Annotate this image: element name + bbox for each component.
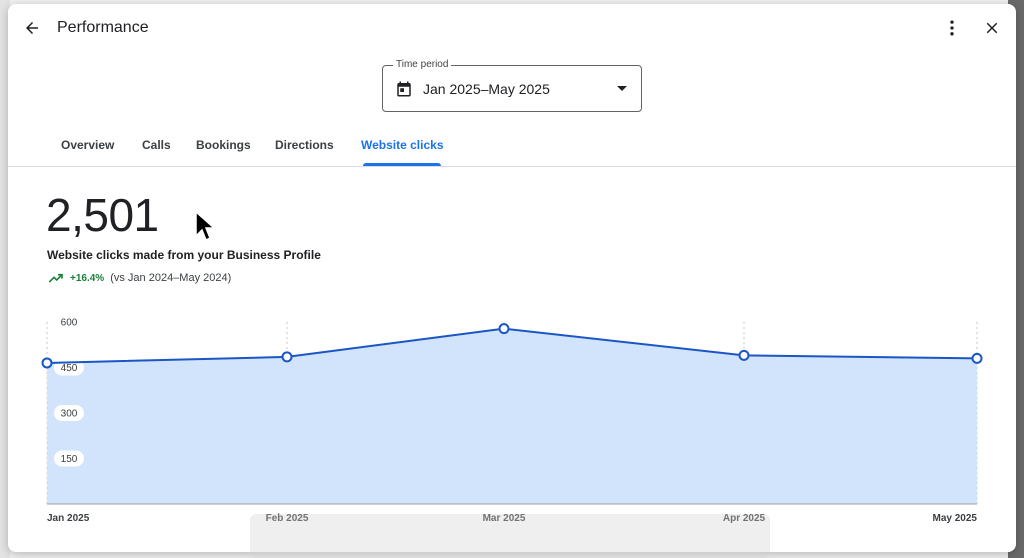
y-tick-label: 150 xyxy=(61,454,78,465)
website-clicks-chart: 600450300150Jan 2025 Feb 2025 Mar 2025 Apr … xyxy=(41,318,983,524)
active-tab-indicator xyxy=(363,163,441,166)
arrow-back-icon xyxy=(26,22,38,34)
tab-calls[interactable]: Calls xyxy=(142,138,171,152)
tab-bookings[interactable]: Bookings xyxy=(196,138,251,152)
y-tick-label: 600 xyxy=(61,318,78,329)
total-clicks-value: 2,501 xyxy=(46,189,159,241)
time-period-select[interactable]: Time period Jan 2025–May 2025 xyxy=(382,59,642,112)
trending-up-icon xyxy=(48,273,63,283)
data-point-mar-2025 xyxy=(498,323,510,335)
dropdown-arrow-icon xyxy=(617,86,627,91)
area-fill xyxy=(47,328,977,504)
calendar-icon xyxy=(397,81,411,97)
page-title: Performance xyxy=(57,19,149,36)
tab-website-clicks[interactable]: Website clicks xyxy=(361,138,444,152)
dialog-header: Performance xyxy=(8,4,1016,56)
more-options-button[interactable] xyxy=(940,16,964,40)
y-tick-300: 300 xyxy=(54,405,84,421)
y-tick-label: 300 xyxy=(61,409,78,420)
back-button[interactable] xyxy=(20,16,44,40)
data-point-jan-2025 xyxy=(41,357,53,369)
performance-dialog: Performance Time period Jan 2025–May 202… xyxy=(8,4,1016,552)
tab-directions[interactable]: Directions xyxy=(275,138,334,152)
close-icon xyxy=(986,22,998,34)
x-tick-label: Jan 2025 xyxy=(47,513,90,524)
y-tick-600: 600 xyxy=(61,318,78,329)
data-point-may-2025 xyxy=(971,352,983,364)
video-controls-overlay xyxy=(250,514,770,558)
mouse-cursor-icon xyxy=(195,210,216,242)
comparison-period: (vs Jan 2024–May 2024) xyxy=(110,272,232,284)
delta-row: +16.4% (vs Jan 2024–May 2024) xyxy=(48,270,231,286)
y-tick-label: 450 xyxy=(61,363,78,374)
metric-description: Website clicks made from your Business P… xyxy=(47,248,321,262)
y-tick-150: 150 xyxy=(54,450,84,467)
tab-bar: Overview Calls Bookings Directions Websi… xyxy=(8,128,1016,167)
time-period-value: Jan 2025–May 2025 xyxy=(423,81,550,97)
close-button[interactable] xyxy=(980,16,1004,40)
data-point-apr-2025 xyxy=(738,349,750,361)
data-point-feb-2025 xyxy=(281,351,293,363)
delta-percent: +16.4% xyxy=(70,272,105,284)
tab-overview[interactable]: Overview xyxy=(61,138,114,152)
x-tick-label: May 2025 xyxy=(933,513,978,524)
more-vert-icon xyxy=(950,20,954,36)
time-period-label: Time period xyxy=(393,59,452,70)
